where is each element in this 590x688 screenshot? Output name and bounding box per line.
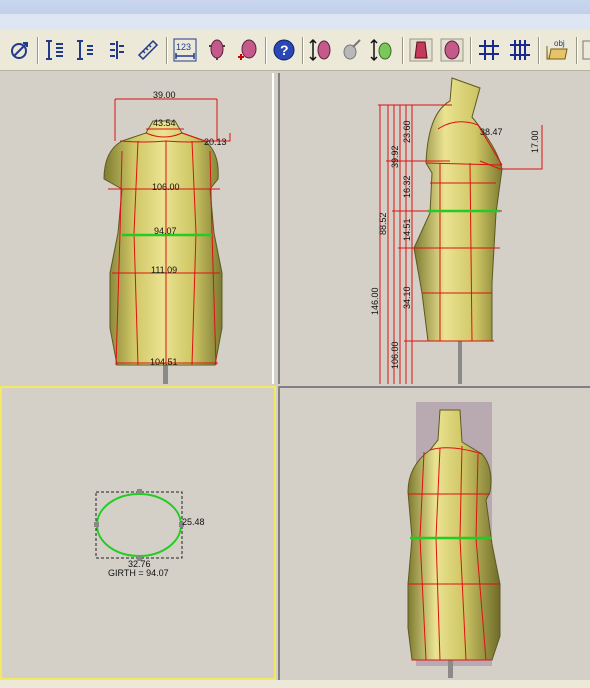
window-title-bar [0,0,590,30]
ruler-icon [137,39,159,61]
front-hip-label: 111.09 [151,265,177,275]
toolbar-separator [265,37,267,64]
status-bar [0,680,590,688]
svg-text:?: ? [280,42,289,58]
side-bust-to-neck-label: 39.92 [390,145,400,168]
front-hem-label: 104.51 [150,357,178,367]
open-obj-button[interactable]: obj [545,38,569,62]
svg-text:123: 123 [176,42,191,52]
vertical-line-3-button[interactable] [105,38,129,62]
body-height-button[interactable] [309,38,333,62]
vertical-ruler-icon [46,40,63,60]
side-stand [458,338,462,384]
top-view-pane[interactable]: 25.48 32.76 GIRTH = 94.07 [0,386,276,680]
grid-bold-icon [510,40,530,60]
numeric-dimension-icon: 123 [173,38,197,62]
top-girth-label: GIRTH = 94.07 [108,568,169,578]
side-torso-label: 88.52 [378,212,388,235]
body-edit-button[interactable] [339,38,363,62]
girth-bounding-box [95,491,183,559]
help-button[interactable]: ? [272,38,296,62]
side-arm-depth-label: 17.00 [530,130,540,153]
open-obj-icon: obj [546,39,568,60]
toolbar-separator [576,37,578,64]
body-settings-icon [209,39,225,60]
body-view-2-button[interactable] [440,38,464,62]
toolbar-separator [166,37,168,64]
body-scale-button[interactable] [370,38,394,62]
numeric-123-button[interactable]: 123 [173,38,197,62]
front-waist-label: 94.07 [154,226,177,236]
svg-text:obj: obj [554,39,565,48]
top-depth-label: 25.48 [182,517,205,527]
3d-view-pane[interactable] [278,386,590,680]
body-add-icon [238,39,257,60]
front-neck-label: 43.54 [153,118,176,128]
help-icon: ? [273,39,295,61]
title-bar-strip [0,14,590,30]
vertical-line-2-button[interactable] [74,38,98,62]
body-view-icon [409,38,433,62]
side-waist-seg-label: 14.51 [402,218,412,241]
side-view-pane[interactable]: 38.47 17.00 23.60 39.92 16.32 88.52 14.5… [278,73,590,384]
body-settings-1-button[interactable] [205,38,229,62]
front-shoulder-label: 20.13 [204,137,227,147]
side-body [413,77,503,342]
ruler-button[interactable] [136,38,160,62]
grid-1-button[interactable] [477,38,501,62]
toolbar-separator [470,37,472,64]
grid-icon [479,40,499,60]
measure-tool-button[interactable] [8,38,32,62]
side-lower-label: 106.00 [390,341,400,369]
vertical-ruler-3-icon [110,41,124,59]
body-view-2-icon [440,38,464,62]
body-edit-icon [343,39,361,60]
3d-view-canvas [407,402,501,678]
side-arm-girth-label: 38.47 [480,127,503,137]
toolbar-separator [538,37,540,64]
front-shoulder-width-label: 39.00 [153,90,176,100]
3d-stand [448,658,453,678]
front-view-canvas: 39.00 43.54 20.13 106.00 94.07 111.09 10… [103,90,231,384]
side-total-label: 146.00 [370,287,380,315]
side-upper-label: 23.60 [402,120,412,143]
side-hip-seg-label: 34.10 [402,286,412,309]
vertical-ruler-2-icon [77,40,93,60]
body-height-icon [309,38,331,62]
top-view-canvas: 25.48 32.76 GIRTH = 94.07 [94,489,205,578]
body-view-1-button[interactable] [409,38,433,62]
girth-ellipse[interactable] [96,493,182,557]
side-bust-height-label: 16.32 [402,175,412,198]
grid-2-button[interactable] [508,38,532,62]
toolbar-separator [302,37,304,64]
overflow-icon [582,40,590,60]
front-bust-label: 106.00 [152,182,180,192]
body-scale-icon [370,38,392,62]
overflow-button[interactable] [582,38,590,62]
body-add-button[interactable] [236,38,260,62]
girth-handle-top[interactable] [137,489,142,494]
measure-tool-icon [11,42,28,59]
vertical-line-1-button[interactable] [43,38,67,62]
toolbar-separator [402,37,404,64]
main-toolbar: 123 ? obj [0,30,590,71]
girth-handle-left[interactable] [94,522,99,527]
toolbar-separator [37,37,39,64]
side-view-canvas: 38.47 17.00 23.60 39.92 16.32 88.52 14.5… [370,77,543,384]
front-view-pane[interactable]: 39.00 43.54 20.13 106.00 94.07 111.09 10… [0,73,274,384]
